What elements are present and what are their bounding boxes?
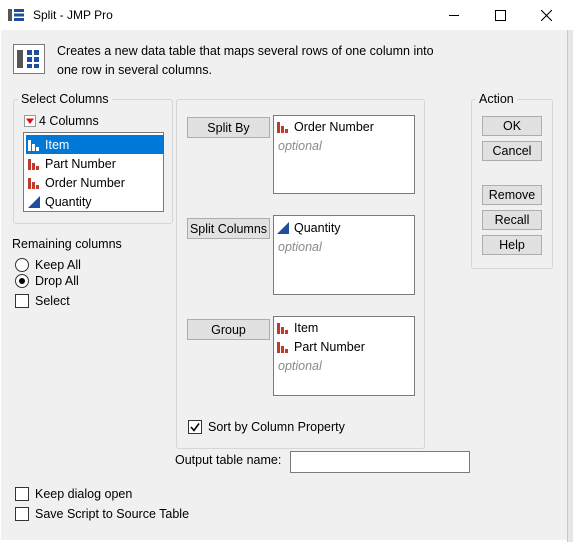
group-optional-hint: optional — [278, 359, 322, 373]
nominal-column-icon — [28, 177, 39, 189]
split-app-icon — [8, 9, 24, 21]
split-columns-button[interactable]: Split Columns — [187, 218, 270, 239]
keep-dialog-open-option[interactable]: Keep dialog open — [15, 487, 132, 501]
save-script-checkbox[interactable] — [15, 507, 29, 521]
cancel-button[interactable]: Cancel — [482, 141, 542, 161]
continuous-column-icon — [277, 221, 289, 234]
description-line-1: Creates a new data table that maps sever… — [57, 44, 434, 58]
sort-by-column-property-option[interactable]: Sort by Column Property — [188, 420, 345, 434]
select-columns-legend: Select Columns — [18, 92, 112, 106]
dropdown-triangle-icon — [24, 115, 36, 127]
split-columns-optional-hint: optional — [278, 240, 322, 254]
drop-all-option[interactable]: Drop All — [15, 274, 79, 288]
continuous-column-icon — [28, 195, 40, 208]
column-count-label: 4 Columns — [39, 114, 99, 128]
description-line-2: one row in several columns. — [57, 63, 212, 77]
drop-all-radio[interactable] — [15, 274, 29, 288]
select-option[interactable]: Select — [15, 294, 70, 308]
maximize-button[interactable] — [477, 0, 523, 30]
remaining-columns-label: Remaining columns — [12, 237, 122, 251]
checkmark-icon — [190, 423, 200, 432]
action-legend: Action — [476, 92, 517, 106]
keep-dialog-open-checkbox[interactable] — [15, 487, 29, 501]
output-table-name-label: Output table name: — [175, 453, 282, 467]
minimize-button[interactable] — [431, 0, 477, 30]
column-item-quantity[interactable]: Quantity — [26, 192, 164, 211]
maximize-icon — [494, 9, 506, 21]
keep-all-option[interactable]: Keep All — [15, 258, 81, 272]
ok-button[interactable]: OK — [482, 116, 542, 136]
group-box[interactable]: Item Part Number optional — [273, 316, 415, 396]
column-item-item[interactable]: Item — [26, 135, 164, 154]
nominal-column-icon — [277, 322, 288, 334]
nominal-column-icon — [277, 121, 288, 133]
window-title: Split - JMP Pro — [33, 8, 113, 22]
nominal-column-icon — [28, 158, 39, 170]
split-table-icon — [13, 44, 45, 74]
column-item-part-number[interactable]: Part Number — [26, 154, 164, 173]
nominal-column-icon — [277, 341, 288, 353]
split-by-button[interactable]: Split By — [187, 117, 270, 138]
save-script-option[interactable]: Save Script to Source Table — [15, 507, 189, 521]
column-item-order-number[interactable]: Order Number — [26, 173, 164, 192]
split-by-box[interactable]: Order Number optional — [273, 115, 415, 194]
sort-by-column-property-checkbox[interactable] — [188, 420, 202, 434]
nominal-column-icon — [28, 139, 39, 151]
split-by-item-order-number[interactable]: Order Number — [277, 117, 374, 136]
minimize-icon — [449, 15, 459, 16]
keep-all-radio[interactable] — [15, 258, 29, 272]
title-bar: Split - JMP Pro — [0, 0, 573, 30]
remove-button[interactable]: Remove — [482, 185, 542, 205]
split-columns-box[interactable]: Quantity optional — [273, 215, 415, 295]
select-checkbox[interactable] — [15, 294, 29, 308]
close-icon — [540, 9, 552, 21]
output-table-name-input[interactable] — [290, 451, 470, 473]
recall-button[interactable]: Recall — [482, 210, 542, 230]
group-item-item[interactable]: Item — [277, 318, 318, 337]
close-button[interactable] — [523, 0, 569, 30]
split-by-optional-hint: optional — [278, 139, 322, 153]
dialog-description: Creates a new data table that maps sever… — [57, 42, 477, 80]
group-item-part-number[interactable]: Part Number — [277, 337, 365, 356]
background-window-edge — [567, 30, 573, 542]
column-list[interactable]: Item Part Number Order Number Quantity — [23, 132, 164, 212]
help-button[interactable]: Help — [482, 235, 542, 255]
group-button[interactable]: Group — [187, 319, 270, 340]
column-count-dropdown[interactable]: 4 Columns — [24, 114, 99, 128]
split-columns-item-quantity[interactable]: Quantity — [277, 218, 341, 237]
